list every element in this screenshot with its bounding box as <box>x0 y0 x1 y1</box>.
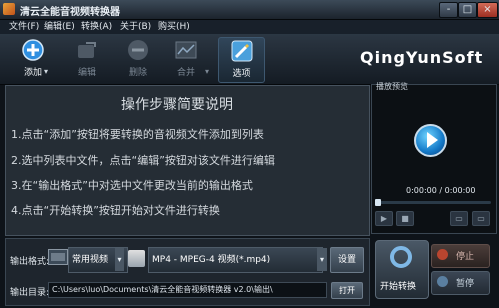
options-button[interactable]: 选项 <box>218 37 265 83</box>
chevron-down-icon[interactable]: ▾ <box>115 248 124 271</box>
edit-icon <box>76 39 98 61</box>
settings-button[interactable]: 设置 <box>330 247 364 273</box>
preview-fullscreen-control[interactable]: ▭ <box>472 211 490 226</box>
menu-edit[interactable]: 编辑(E) <box>44 20 75 34</box>
window-title: 清云全能音视频转换器 <box>20 7 120 18</box>
menu-file[interactable]: 文件(F) <box>9 20 39 34</box>
instruction-step: 1.点击“添加”按钮将要转换的音视频文件添加到列表 <box>11 128 264 141</box>
add-button[interactable]: 添加 <box>8 37 58 81</box>
open-folder-button[interactable]: 打开 <box>331 282 363 299</box>
fullscreen-icon: ▭ <box>477 214 485 223</box>
merge-chart-icon <box>175 39 197 61</box>
pause-label: 暂停 <box>456 279 475 289</box>
add-dropdown-icon[interactable]: ▾ <box>44 67 48 76</box>
start-convert-label: 开始转换 <box>380 282 417 292</box>
seek-bar[interactable] <box>375 201 491 204</box>
playback-time: 0:00:00 / 0:00:00 <box>406 186 476 195</box>
maximize-button[interactable]: □ <box>458 2 477 18</box>
snapshot-icon: ▭ <box>455 214 463 223</box>
instructions-heading: 操作步骤简要说明 <box>121 97 233 113</box>
options-label: 选项 <box>232 69 251 79</box>
preview-play-control[interactable]: ▶ <box>375 211 393 226</box>
convert-cycle-icon <box>390 246 412 268</box>
menu-about[interactable]: 关于(B) <box>120 20 151 34</box>
minimize-button[interactable]: - <box>439 2 458 18</box>
video-film-icon <box>48 249 68 265</box>
output-dir-label: 输出目录: <box>10 288 50 298</box>
stop-icon <box>437 249 448 260</box>
delete-button[interactable]: 删除 <box>113 37 163 81</box>
plus-icon <box>22 39 44 61</box>
preview-stop-control[interactable]: ■ <box>396 211 414 226</box>
merge-button[interactable]: 合并 <box>161 37 211 81</box>
instruction-step: 4.点击“开始转换”按钮开始对文件进行转换 <box>11 204 220 217</box>
edit-label: 编辑 <box>77 68 96 78</box>
seek-handle[interactable] <box>375 199 381 206</box>
edit-button[interactable]: 编辑 <box>62 37 112 81</box>
instruction-step: 2.选中列表中文件，点击“编辑”按钮对该文件进行编辑 <box>11 154 275 167</box>
preview-title: 播放预览 <box>376 82 408 91</box>
app-logo-icon <box>3 3 15 15</box>
merge-dropdown-icon[interactable]: ▾ <box>205 67 209 76</box>
output-format-label: 输出格式: <box>10 257 50 267</box>
close-button[interactable]: × <box>477 2 498 18</box>
chevron-down-icon[interactable]: ▾ <box>317 248 327 271</box>
pause-icon <box>437 276 448 287</box>
stop-label: 停止 <box>456 252 475 262</box>
output-format-select[interactable]: MP4 - MPEG-4 视频(*.mp4) <box>148 247 323 273</box>
preview-snapshot-control[interactable]: ▭ <box>450 211 468 226</box>
brand-name: QingYunSoft <box>360 48 484 67</box>
stop-small-icon: ■ <box>401 214 409 223</box>
minus-icon <box>127 39 149 61</box>
mp4-file-icon <box>128 250 145 267</box>
play-icon <box>427 132 438 148</box>
menu-buy[interactable]: 购买(H) <box>158 20 190 34</box>
menu-convert[interactable]: 转换(A) <box>81 20 112 34</box>
delete-label: 删除 <box>128 68 147 78</box>
add-label: 添加 <box>23 68 42 78</box>
play-small-icon: ▶ <box>380 214 388 223</box>
options-icon <box>231 40 253 62</box>
instruction-step: 3.在“输出格式”中对选中文件更改当前的输出格式 <box>11 179 253 192</box>
merge-label: 合并 <box>176 68 195 78</box>
output-dir-field[interactable]: C:\Users\luo\Documents\清云全能音视频转换器 v2.0\输… <box>48 282 327 298</box>
